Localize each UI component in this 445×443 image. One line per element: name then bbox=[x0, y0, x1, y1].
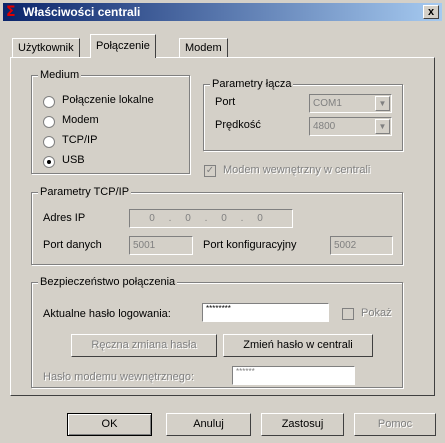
ip-address-field[interactable]: 0 . 0 . 0 . 0 bbox=[129, 209, 293, 228]
ip-dot-1: . bbox=[168, 213, 172, 224]
medium-group: Medium bbox=[31, 69, 190, 174]
radio-tcpip[interactable] bbox=[43, 136, 55, 148]
chevron-down-icon[interactable]: ▼ bbox=[375, 119, 390, 134]
radio-usb-label[interactable]: USB bbox=[62, 154, 85, 166]
manual-password-change-button[interactable]: Ręczna zmiana hasła bbox=[71, 334, 217, 357]
ip-dot-2: . bbox=[204, 213, 208, 224]
security-legend: Bezpieczeństwo połączenia bbox=[38, 276, 178, 288]
current-password-field[interactable]: ******** bbox=[202, 303, 329, 322]
radio-tcpip-label[interactable]: TCP/IP bbox=[62, 134, 97, 146]
ok-button[interactable]: OK bbox=[67, 413, 152, 436]
tab-connection[interactable]: Połączenie bbox=[90, 34, 156, 58]
ip-dot-3: . bbox=[240, 213, 244, 224]
help-button[interactable]: Pomoc bbox=[354, 413, 436, 436]
data-port-field[interactable]: 5001 bbox=[129, 236, 193, 255]
radio-modem-label[interactable]: Modem bbox=[62, 114, 99, 126]
ip-octet-2: 0 bbox=[185, 213, 191, 224]
cancel-button[interactable]: Anuluj bbox=[166, 413, 251, 436]
port-value: COM1 bbox=[313, 98, 342, 109]
speed-combo[interactable]: 4800 ▼ bbox=[309, 117, 392, 136]
tab-user[interactable]: Użytkownik bbox=[12, 38, 80, 57]
radio-modem[interactable] bbox=[43, 116, 55, 128]
radio-usb[interactable] bbox=[43, 156, 55, 168]
config-port-label: Port konfiguracyjny bbox=[203, 239, 297, 251]
ip-octet-3: 0 bbox=[221, 213, 227, 224]
chevron-down-icon[interactable]: ▼ bbox=[375, 96, 390, 111]
window-title: Właściwości centrali bbox=[23, 5, 141, 19]
ip-octet-4: 0 bbox=[257, 213, 263, 224]
radio-local[interactable] bbox=[43, 96, 55, 108]
tcpip-legend: Parametry TCP/IP bbox=[38, 186, 132, 198]
config-port-field[interactable]: 5002 bbox=[330, 236, 393, 255]
internal-modem-password-field[interactable]: ****** bbox=[232, 366, 355, 385]
speed-value: 4800 bbox=[313, 121, 336, 132]
sigma-icon: Σ bbox=[6, 4, 16, 20]
speed-label: Prędkość bbox=[215, 119, 261, 131]
show-password-label[interactable]: Pokaż bbox=[361, 307, 392, 319]
show-password-checkbox[interactable] bbox=[342, 308, 354, 320]
link-params-legend: Parametry łącza bbox=[210, 78, 294, 90]
data-port-label: Port danych bbox=[43, 239, 102, 251]
medium-legend: Medium bbox=[38, 69, 82, 81]
ip-address-label: Adres IP bbox=[43, 212, 86, 224]
internal-modem-label[interactable]: Modem wewnętrzny w centrali bbox=[223, 164, 370, 176]
tab-modem[interactable]: Modem bbox=[179, 38, 228, 57]
radio-local-label[interactable]: Połączenie lokalne bbox=[62, 94, 154, 106]
change-password-in-central-button[interactable]: Zmień hasło w centrali bbox=[223, 334, 373, 357]
internal-modem-checkbox[interactable]: ✓ bbox=[204, 165, 216, 177]
port-label: Port bbox=[215, 96, 236, 108]
title-bar[interactable]: Σ Właściwości centrali x bbox=[3, 3, 442, 21]
apply-button[interactable]: Zastosuj bbox=[261, 413, 344, 436]
properties-dialog: Σ Właściwości centrali x Użytkownik Połą… bbox=[0, 0, 445, 443]
current-password-label: Aktualne hasło logowania: bbox=[43, 308, 171, 320]
internal-modem-password-label: Hasło modemu wewnętrznego: bbox=[43, 371, 195, 383]
ip-octet-1: 0 bbox=[149, 213, 155, 224]
port-combo[interactable]: COM1 ▼ bbox=[309, 94, 392, 113]
close-button[interactable]: x bbox=[423, 5, 439, 19]
